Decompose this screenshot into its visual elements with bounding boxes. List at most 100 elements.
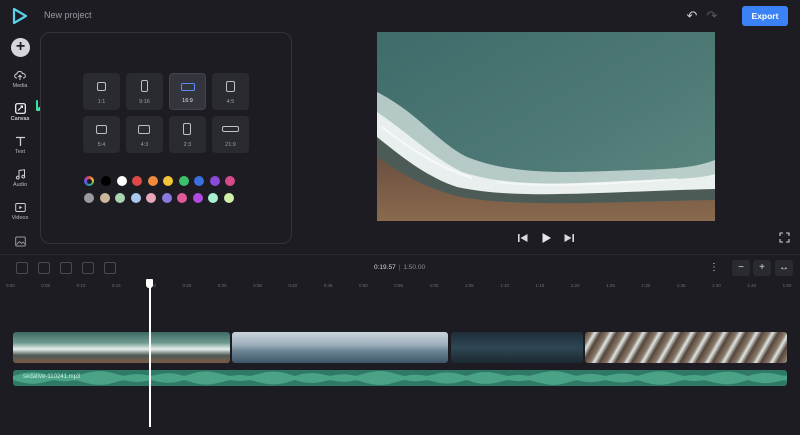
video-preview[interactable] [377,32,715,221]
export-button[interactable]: Export [742,6,788,26]
video-clip[interactable] [232,332,448,363]
ruler-tick-label: 0:50 [359,283,368,288]
preview-frame-image [377,32,715,221]
audio-track-name: sedative-110241.mp3 [23,374,81,380]
video-clip[interactable] [13,332,230,363]
ruler-tick-label: 0:45 [323,283,333,288]
ruler-tick-label: 1:15 [535,283,545,288]
color-swatch[interactable] [194,176,204,186]
total-time: 1:50.00 [403,264,426,271]
video-clip[interactable] [585,332,787,363]
music-note-icon [15,169,25,180]
color-swatch[interactable] [84,193,94,203]
align-bottom-icon[interactable] [60,262,72,274]
custom-color-picker-icon[interactable] [84,176,94,186]
audio-track[interactable]: sedative-110241.mp3 [13,370,787,386]
zoom-out-button[interactable]: − [732,260,750,276]
color-swatch[interactable] [225,176,235,186]
ratio-option-9-16[interactable]: 9:16 [126,73,163,110]
ruler-tick-label: 0:00 [6,283,15,288]
zoom-in-button[interactable]: + [753,260,771,276]
project-title[interactable]: New project [44,10,92,20]
image-icon [14,236,26,247]
sidebar-item-label: Videos [11,215,29,221]
color-swatch[interactable] [192,193,203,203]
ruler-tick-label: 1:40 [712,283,721,288]
ruler-tick-label: 1:20 [570,283,580,288]
timeline[interactable]: 0:000:050:100:150:200:250:300:350:400:45… [0,279,800,435]
add-media-button[interactable]: + [11,38,30,57]
ruler-tick-label: 1:05 [464,283,474,288]
ruler-tick-label: 0:15 [111,283,121,288]
time-display: 0:19.57 | 1:50.00 [374,264,426,271]
ruler-tick-label: 1:10 [500,283,509,288]
ratio-option-4-3[interactable]: 4:3 [126,116,163,153]
video-icon [14,203,26,212]
playhead-handle[interactable] [146,279,153,288]
sidebar-item-text[interactable]: Text [0,136,40,166]
color-swatch[interactable] [130,193,141,203]
ruler-tick-label: 0:25 [182,283,192,288]
color-swatch[interactable] [146,193,156,203]
current-time: 0:19.57 [374,264,396,271]
ratio-option-5-4[interactable]: 5:4 [83,116,120,153]
color-swatch[interactable] [101,176,111,186]
sidebar-item-label: Text [14,149,26,155]
color-swatch[interactable] [177,193,187,203]
ruler-tick-label: 1:45 [747,283,757,288]
ratio-option-2-3[interactable]: 2:3 [169,116,206,153]
canvas-settings-panel: 1:1 9:16 16:9 4:5 5:4 4:3 2:3 21:9 [40,32,292,244]
duplicate-icon[interactable] [38,262,50,274]
collapse-timeline-icon[interactable]: ↔ [775,260,793,276]
ruler-tick-label: 0:40 [288,283,298,288]
color-swatch[interactable] [116,176,127,186]
ruler-tick-label: 0:05 [41,283,51,288]
ratio-option-21-9[interactable]: 21:9 [212,116,249,153]
ruler-tick-label: 1:00 [429,283,439,288]
video-clip[interactable] [451,332,583,363]
ratio-option-1-1[interactable]: 1:1 [83,73,120,110]
color-swatch[interactable] [161,193,172,203]
color-swatch[interactable] [208,193,218,203]
align-top-icon[interactable] [82,262,94,274]
playhead[interactable] [149,282,151,427]
ruler-tick-label: 0:35 [253,283,262,288]
skip-back-icon[interactable] [517,232,529,244]
delete-icon[interactable] [104,262,116,274]
redo-icon[interactable]: ↷ [705,9,719,23]
color-swatch[interactable] [163,176,173,186]
sidebar-item-label: Canvas [10,116,30,122]
split-icon[interactable] [16,262,28,274]
cloud-upload-icon [14,71,26,80]
sidebar-item-label: Media [12,83,28,89]
timeline-toolbar: 0:19.57 | 1:50.00 ⋮ − + ↔ [0,254,800,280]
color-swatch[interactable] [223,193,234,203]
fit-timeline-icon[interactable]: ⋮ [705,260,723,276]
left-sidebar: + Media Canvas Text Audio Videos [0,32,40,254]
ruler-tick-label: 0:10 [76,283,86,288]
ruler-tick-label: 0:55 [394,283,404,288]
ruler-tick-label: 1:25 [606,283,615,288]
skip-forward-icon[interactable] [563,232,575,244]
ratio-option-4-5[interactable]: 4:5 [212,73,249,110]
canvas-icon [14,103,26,114]
ratio-option-16-9[interactable]: 16:9 [169,73,206,110]
app-logo-icon[interactable] [12,7,28,25]
sidebar-item-label: Audio [12,182,28,188]
ruler-tick-label: 1:30 [641,283,651,288]
color-swatch[interactable] [132,176,142,186]
fullscreen-icon[interactable] [779,232,790,243]
color-swatch[interactable] [147,176,158,186]
color-swatch[interactable] [178,176,189,186]
time-ruler[interactable]: 0:000:050:100:150:200:250:300:350:400:45… [0,280,800,292]
ruler-tick-label: 0:30 [217,283,227,288]
sidebar-item-videos[interactable]: Videos [0,202,40,232]
sidebar-item-audio[interactable]: Audio [0,169,40,199]
text-icon [15,136,25,146]
color-swatch[interactable] [209,176,220,186]
play-icon[interactable] [540,232,552,244]
undo-icon[interactable]: ↶ [685,9,699,23]
color-swatch[interactable] [99,193,110,203]
ruler-tick-label: 1:50 [782,283,792,288]
color-swatch[interactable] [115,193,125,203]
